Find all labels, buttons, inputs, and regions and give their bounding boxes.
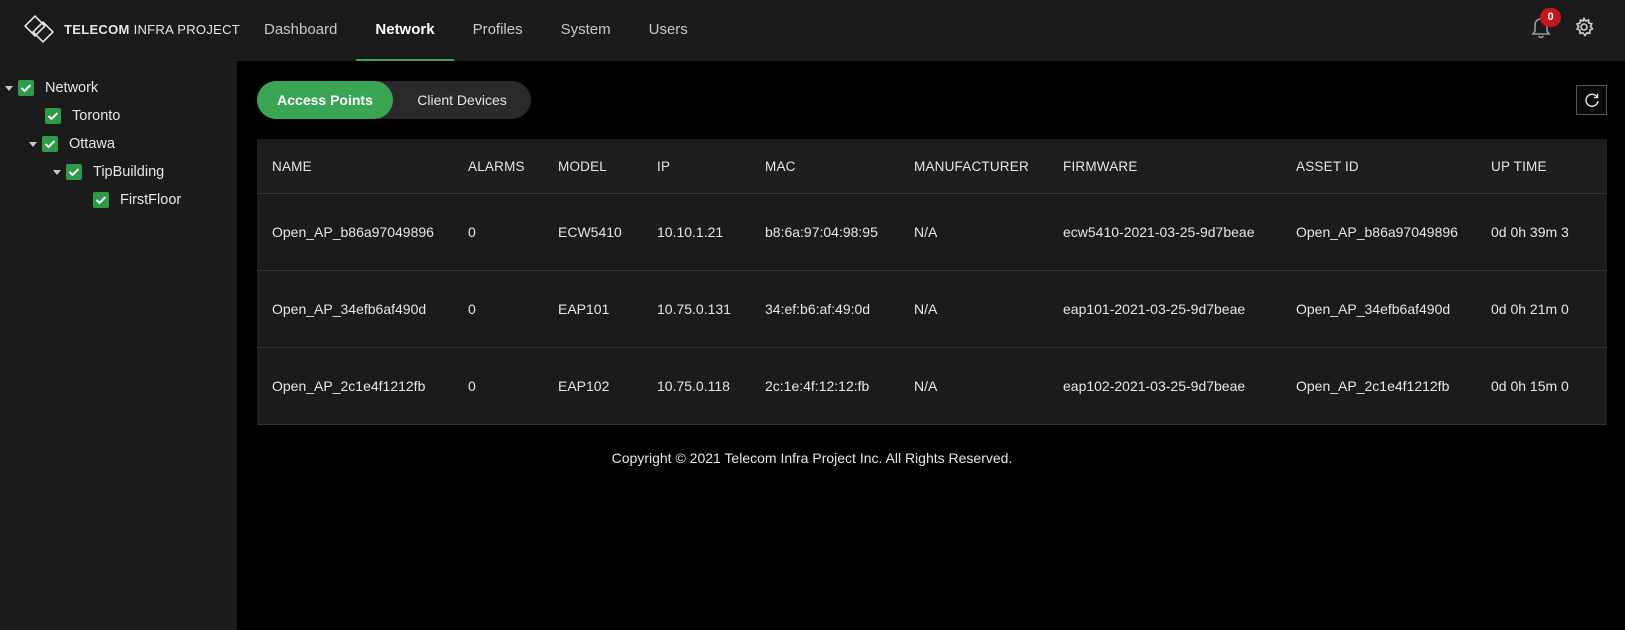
tree-label[interactable]: TipBuilding (93, 164, 164, 180)
top-header: TELECOM INFRA PROJECT Dashboard Network … (0, 0, 1625, 61)
column-header-ip[interactable]: IP (657, 139, 670, 193)
cell-asset-id: Open_AP_b86a97049896 (1296, 224, 1458, 240)
tree-label[interactable]: Toronto (72, 108, 120, 124)
client-devices-tab[interactable]: Client Devices (393, 81, 531, 119)
caret-down-icon[interactable] (4, 83, 14, 93)
tree-label[interactable]: FirstFloor (120, 192, 181, 208)
tree-node-ottawa[interactable]: Ottawa (28, 134, 115, 154)
tree-node-network[interactable]: Network (4, 78, 98, 98)
location-tree-sidebar: Network Toronto Ottawa TipBuilding First… (0, 61, 237, 630)
nav-profiles[interactable]: Profiles (454, 0, 542, 61)
cell-up-time: 0d 0h 21m 0 (1491, 301, 1569, 317)
device-type-toggle: Access Points Client Devices (257, 81, 531, 119)
cell-mac: 2c:1e:4f:12:12:fb (765, 378, 870, 394)
checkbox-checked-icon[interactable] (18, 80, 34, 96)
column-header-manufacturer[interactable]: MANUFACTURER (914, 139, 1029, 193)
table-row[interactable]: Open_AP_34efb6af490d 0 EAP101 10.75.0.13… (257, 271, 1607, 348)
cell-alarms: 0 (468, 301, 476, 317)
logo-text-rest: INFRA PROJECT (129, 21, 241, 37)
cell-alarms: 0 (468, 378, 476, 394)
nav-users[interactable]: Users (630, 0, 707, 61)
cell-up-time: 0d 0h 39m 3 (1491, 224, 1569, 240)
cell-firmware: ecw5410-2021-03-25-9d7beae (1063, 224, 1255, 240)
column-header-name[interactable]: NAME (272, 139, 312, 193)
nav-dashboard[interactable]: Dashboard (245, 0, 356, 61)
cell-up-time: 0d 0h 15m 0 (1491, 378, 1569, 394)
cell-model: EAP101 (558, 301, 610, 317)
cell-model: ECW5410 (558, 224, 622, 240)
logo[interactable]: TELECOM INFRA PROJECT (23, 13, 240, 45)
refresh-icon (1584, 93, 1599, 107)
cell-alarms: 0 (468, 224, 476, 240)
cell-ip: 10.10.1.21 (657, 224, 724, 240)
cell-name: Open_AP_34efb6af490d (272, 301, 427, 317)
cell-manufacturer: N/A (914, 301, 938, 317)
caret-down-icon[interactable] (52, 167, 62, 177)
caret-down-icon[interactable] (28, 139, 38, 149)
nav-system[interactable]: System (542, 0, 630, 61)
main-nav: Dashboard Network Profiles System Users (245, 0, 707, 61)
copyright-footer: Copyright © 2021 Telecom Infra Project I… (611, 450, 1013, 466)
access-points-table: NAME ALARMS MODEL IP MAC MANUFACTURER FI… (257, 139, 1607, 425)
column-header-mac[interactable]: MAC (765, 139, 796, 193)
cell-mac: 34:ef:b6:af:49:0d (765, 301, 871, 317)
checkbox-checked-icon[interactable] (45, 108, 61, 124)
column-header-up-time[interactable]: UP TIME (1491, 139, 1547, 193)
table-row[interactable]: Open_AP_b86a97049896 0 ECW5410 10.10.1.2… (257, 194, 1607, 271)
column-header-asset-id[interactable]: ASSET ID (1296, 139, 1359, 193)
cell-firmware: eap101-2021-03-25-9d7beae (1063, 301, 1246, 317)
tree-node-firstfloor[interactable]: FirstFloor (93, 190, 181, 210)
checkbox-checked-icon[interactable] (66, 164, 82, 180)
cell-manufacturer: N/A (914, 224, 938, 240)
tip-logo-icon (23, 14, 55, 44)
cell-ip: 10.75.0.131 (657, 301, 731, 317)
cell-asset-id: Open_AP_34efb6af490d (1296, 301, 1451, 317)
table-row[interactable]: Open_AP_2c1e4f1212fb 0 EAP102 10.75.0.11… (257, 348, 1607, 425)
cell-manufacturer: N/A (914, 378, 938, 394)
logo-text-bold: TELECOM (64, 21, 130, 37)
table-header-row: NAME ALARMS MODEL IP MAC MANUFACTURER FI… (257, 139, 1607, 194)
checkbox-checked-icon[interactable] (42, 136, 58, 152)
tree-label[interactable]: Ottawa (69, 136, 115, 152)
cell-asset-id: Open_AP_2c1e4f1212fb (1296, 378, 1450, 394)
cell-ip: 10.75.0.118 (657, 378, 730, 394)
nav-network[interactable]: Network (356, 0, 454, 61)
refresh-button[interactable] (1576, 85, 1607, 115)
checkbox-checked-icon[interactable] (93, 192, 109, 208)
tree-label[interactable]: Network (45, 80, 98, 96)
column-header-firmware[interactable]: FIRMWARE (1063, 139, 1138, 193)
column-header-alarms[interactable]: ALARMS (468, 139, 525, 193)
notification-count-badge: 0 (1540, 8, 1561, 27)
logo-text: TELECOM INFRA PROJECT (64, 22, 240, 37)
cell-mac: b8:6a:97:04:98:95 (765, 224, 878, 240)
cell-model: EAP102 (558, 378, 610, 394)
tree-node-tipbuilding[interactable]: TipBuilding (52, 162, 164, 182)
access-points-tab[interactable]: Access Points (257, 81, 393, 119)
cell-name: Open_AP_2c1e4f1212fb (272, 378, 426, 394)
tree-node-toronto[interactable]: Toronto (45, 106, 120, 126)
cell-firmware: eap102-2021-03-25-9d7beae (1063, 378, 1246, 394)
gear-icon[interactable] (1574, 17, 1594, 37)
column-header-model[interactable]: MODEL (558, 139, 607, 193)
cell-name: Open_AP_b86a97049896 (272, 224, 434, 240)
